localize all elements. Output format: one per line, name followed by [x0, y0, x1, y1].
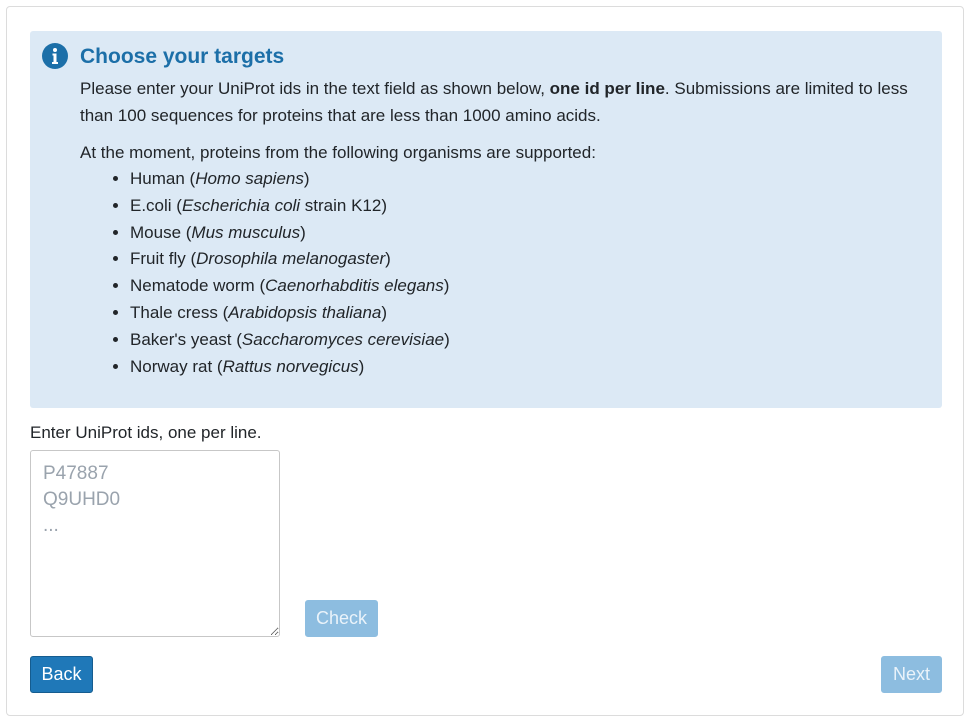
- info-description: Please enter your UniProt ids in the tex…: [80, 75, 930, 129]
- info-text-bold: one id per line: [549, 79, 665, 98]
- organism-common-name: Fruit fly: [130, 249, 186, 269]
- organism-suffix: strain K12: [300, 195, 382, 215]
- organism-common-name: Baker's yeast: [130, 329, 232, 349]
- organism-item: Mouse (Mus musculus): [130, 220, 450, 247]
- next-button[interactable]: Next: [881, 656, 942, 693]
- info-alert: Choose your targets Please enter your Un…: [30, 31, 942, 408]
- uniprot-ids-textarea[interactable]: [30, 450, 280, 637]
- organism-common-name: Norway rat: [130, 356, 213, 376]
- organism-scientific-name: Drosophila melanogaster: [196, 249, 386, 269]
- organism-scientific-name: Mus musculus: [191, 222, 301, 242]
- organism-item: Baker's yeast (Saccharomyces cerevisiae): [130, 327, 450, 354]
- organism-common-name: E.coli: [130, 195, 172, 215]
- organism-common-name: Human: [130, 169, 185, 188]
- organism-scientific-name: Homo sapiens: [195, 169, 304, 188]
- organism-list: Human (Homo sapiens)E.coli (Escherichia …: [80, 166, 450, 380]
- organism-scientific-name: Arabidopsis thaliana: [228, 302, 382, 322]
- organism-item: E.coli (Escherichia coli strain K12): [130, 193, 450, 220]
- organism-scientific-name: Saccharomyces cerevisiae: [241, 329, 445, 349]
- organism-item: Fruit fly (Drosophila melanogaster): [130, 246, 450, 273]
- organism-item: Nematode worm (Caenorhabditis elegans): [130, 273, 450, 300]
- organisms-intro: At the moment, proteins from the followi…: [80, 143, 596, 162]
- organism-common-name: Nematode worm: [130, 276, 255, 296]
- check-button[interactable]: Check: [305, 600, 378, 637]
- info-icon: [42, 43, 68, 69]
- organism-common-name: Mouse: [130, 222, 182, 242]
- organism-scientific-name: Caenorhabditis elegans: [265, 276, 444, 296]
- organism-scientific-name: Rattus norvegicus: [222, 356, 359, 376]
- organism-item: Thale cress (Arabidopsis thaliana): [130, 300, 450, 327]
- organism-scientific-name: Escherichia coli: [181, 195, 301, 215]
- info-title: Choose your targets: [80, 45, 285, 68]
- ids-input-label: Enter UniProt ids, one per line.: [30, 423, 262, 442]
- back-button[interactable]: Back: [30, 656, 93, 693]
- organism-item: Human (Homo sapiens): [130, 166, 450, 193]
- organism-item: Norway rat (Rattus norvegicus): [130, 354, 450, 381]
- organism-common-name: Thale cress: [130, 302, 218, 322]
- info-text-part: Please enter your UniProt ids in the tex…: [80, 79, 550, 98]
